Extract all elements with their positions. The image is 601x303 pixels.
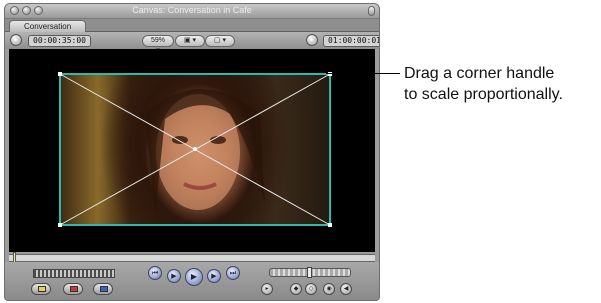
corner-handle-top-left[interactable]	[58, 72, 62, 76]
view-icon: ▣	[183, 37, 191, 44]
callout-text: Drag a corner handle to scale proportion…	[404, 63, 601, 105]
zoom-popup[interactable]: 59% ▾	[142, 35, 174, 54]
center-point[interactable]	[193, 147, 197, 151]
insert-edit-button[interactable]	[31, 283, 51, 295]
previous-edit-button[interactable]: ⏮	[148, 266, 162, 280]
scrubber-bar[interactable]	[9, 252, 375, 263]
jog-knob[interactable]	[307, 267, 312, 278]
add-keyframe-button[interactable]: ◇	[305, 283, 317, 295]
match-frame-button[interactable]	[93, 283, 113, 295]
play-in-to-out-button[interactable]: ▶	[167, 269, 181, 283]
view-popup[interactable]: ▣ ▾	[175, 35, 205, 47]
callout-line	[326, 73, 400, 74]
callout-line-2: to scale proportionally.	[404, 86, 563, 103]
jog-control[interactable]	[269, 267, 351, 278]
timecode-duration-field[interactable]: 00:00:35:00	[28, 35, 91, 47]
mark-in-out-button[interactable]: ▸	[261, 283, 273, 295]
window-title: Canvas: Conversation in Cafe	[132, 5, 252, 15]
callout-line-1: Drag a corner handle	[404, 65, 555, 82]
transport-controls: ⏮ ▶ ▶ ▶ ⏭ ▸ ◆ ◇ ◉ ◀	[5, 262, 379, 300]
play-around-button[interactable]: ▶	[207, 269, 221, 283]
current-timecode-dial-icon[interactable]	[306, 34, 318, 46]
next-edit-button[interactable]: ⏭	[226, 266, 240, 280]
mark-clip-button[interactable]: ◉	[323, 283, 335, 295]
play-button[interactable]: ▶	[185, 268, 203, 286]
zoom-label: 59%	[150, 37, 165, 44]
overlay-icon: ▢	[213, 37, 221, 44]
tab-conversation[interactable]: Conversation	[9, 20, 87, 32]
canvas-viewer[interactable]	[9, 49, 375, 252]
mark-in-button[interactable]: ◀	[340, 283, 352, 295]
overlay-popup[interactable]: ▢ ▾	[205, 35, 235, 47]
shuttle-control[interactable]	[33, 269, 115, 278]
canvas-window: Canvas: Conversation in Cafe Conversatio…	[4, 3, 380, 301]
toolbar-toggle-button[interactable]	[368, 6, 375, 16]
corner-handle-bottom-left[interactable]	[58, 223, 62, 227]
corner-handle-bottom-right[interactable]	[328, 223, 332, 227]
mark-button[interactable]	[63, 283, 83, 295]
title-bar[interactable]: Canvas: Conversation in Cafe	[5, 4, 379, 19]
duration-dial-icon[interactable]	[10, 34, 22, 46]
add-marker-button[interactable]: ◆	[290, 283, 302, 295]
wireframe-overlay	[58, 72, 332, 227]
timecode-current-field[interactable]: 01:00:00:01	[323, 35, 379, 47]
canvas-toolbar: 00:00:35:00 59% ▾ ▣ ▾ ▢ ▾ 01:00:00:01	[5, 32, 379, 54]
tab-row: Conversation	[5, 19, 379, 32]
